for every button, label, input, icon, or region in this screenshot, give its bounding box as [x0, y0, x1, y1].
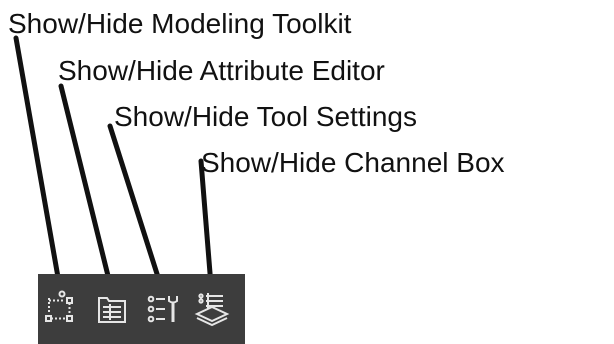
channel-box-toggle-button[interactable] — [191, 288, 233, 330]
modeling-toolkit-toggle-button[interactable] — [40, 288, 82, 330]
modeling-toolkit-callout: Show/Hide Modeling Toolkit — [8, 8, 352, 39]
attribute-editor-leader — [58, 83, 116, 299]
channel-box-icon — [194, 293, 230, 327]
modeling-toolkit-leader — [13, 35, 65, 303]
tool-settings-toggle-button[interactable] — [142, 288, 184, 330]
attribute-editor-toggle-button[interactable] — [91, 288, 133, 330]
panel-toggle-toolbar — [38, 274, 245, 344]
attribute-editor-icon — [98, 297, 126, 323]
modeling-toolkit-icon — [45, 290, 73, 322]
channel-box-callout: Show/Hide Channel Box — [201, 147, 505, 178]
tool-settings-icon — [147, 295, 178, 323]
attribute-editor-callout: Show/Hide Attribute Editor — [58, 55, 385, 86]
tool-settings-callout: Show/Hide Tool Settings — [114, 101, 417, 132]
